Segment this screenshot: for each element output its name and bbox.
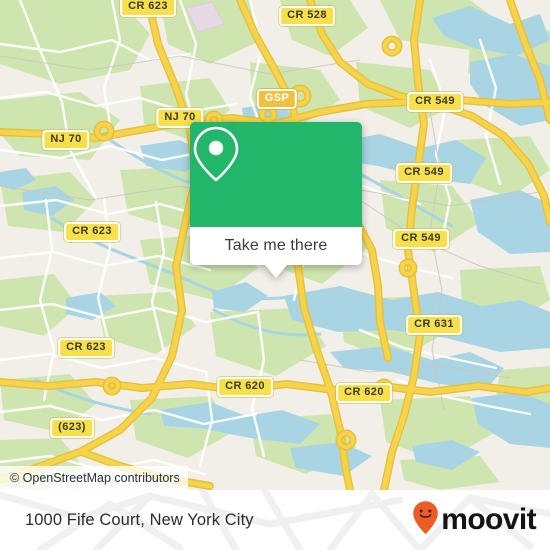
road-shield: NJ 70	[42, 130, 90, 150]
map-attribution[interactable]: © OpenStreetMap contributors	[0, 466, 188, 490]
road-shield: CR 549	[393, 229, 449, 249]
footer-bar: 1000 Fife Court, New York City moovit	[0, 490, 550, 550]
road-shield: GSP	[256, 89, 298, 109]
road-shield: CR 620	[217, 377, 273, 397]
moovit-map-screenshot: CR 623 CR 528 GSP CR 549 NJ 70 NJ 70 CR 549 CR …	[0, 0, 550, 550]
moovit-logo[interactable]: moovit	[412, 490, 537, 550]
popup-pin-area	[190, 122, 362, 227]
road-shield: CR 623	[120, 0, 176, 17]
road-shield: (623)	[50, 418, 94, 438]
location-popup-card[interactable]: Take me there	[190, 122, 362, 278]
take-me-there-button[interactable]: Take me there	[190, 227, 362, 265]
road-shield: CR 549	[396, 163, 452, 183]
map-canvas[interactable]: CR 623 CR 528 GSP CR 549 NJ 70 NJ 70 CR 549 CR …	[0, 0, 550, 490]
road-shield: CR 549	[407, 92, 463, 112]
road-shield: CR 623	[58, 338, 114, 358]
popup-tail	[265, 265, 287, 278]
moovit-wordmark: moovit	[441, 503, 536, 536]
road-shield: CR 528	[279, 6, 335, 26]
road-shield: CR 620	[336, 383, 392, 403]
moovit-smiley-pin-icon	[412, 500, 439, 541]
address-label: 1000 Fife Court, New York City	[25, 510, 254, 529]
road-shield: CR 631	[406, 315, 462, 335]
road-shield: CR 623	[64, 222, 120, 242]
